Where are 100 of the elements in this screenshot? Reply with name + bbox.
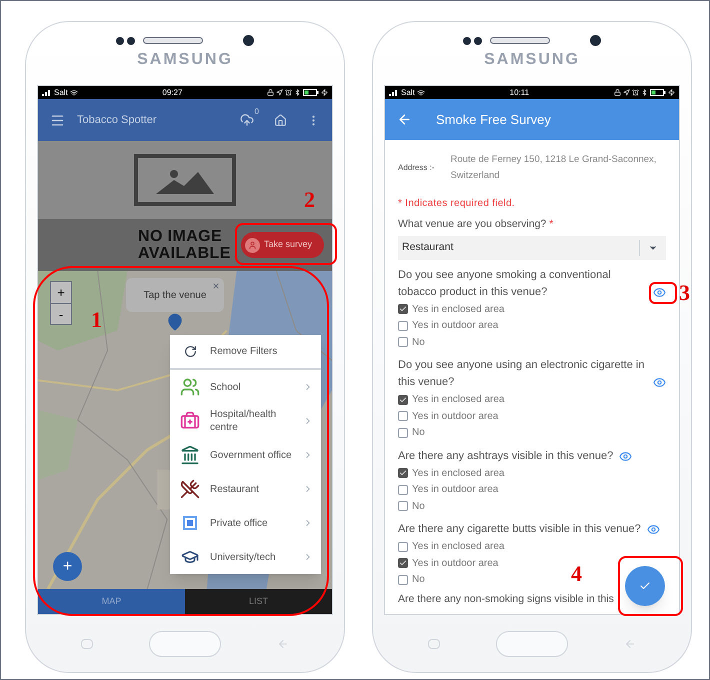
image-placeholder-icon — [134, 154, 236, 206]
filter-item[interactable]: Private office — [170, 506, 321, 540]
battery-icon — [650, 89, 666, 96]
highlight-outline — [649, 282, 677, 304]
map-pin-icon — [166, 313, 184, 331]
recent-apps-icon — [428, 638, 440, 648]
speaker-grille — [490, 37, 550, 44]
alarm-icon — [632, 89, 639, 96]
checkbox[interactable] — [398, 304, 408, 314]
tooltip-text: Tap the venue — [144, 288, 206, 302]
alarm-icon — [284, 89, 292, 96]
callout-number: 1 — [91, 309, 102, 331]
question-text: Are there any cigarette butts visible in this venue? — [398, 522, 641, 538]
people-icon — [180, 377, 200, 397]
charging-icon — [320, 89, 328, 96]
charging-icon — [668, 89, 675, 96]
carrier-text: Salt — [401, 86, 415, 98]
signal-icon — [389, 89, 399, 96]
home-icon[interactable] — [274, 114, 287, 126]
placeholder-text: NO IMAGE — [138, 228, 224, 245]
wifi-icon — [70, 88, 78, 96]
lock-icon — [614, 89, 621, 96]
question-text: Do you see anyone using an electronic cigarette in this venue? — [398, 358, 646, 390]
app-title: Tobacco Spotter — [77, 112, 158, 128]
venue-select[interactable]: Restaurant — [398, 236, 666, 260]
question-text: What venue are you observing? — [398, 218, 546, 230]
signal-icon — [42, 89, 52, 96]
filter-item[interactable]: Remove Filters — [170, 335, 321, 370]
checkbox[interactable] — [398, 501, 408, 511]
filter-item[interactable]: Government office — [170, 438, 321, 472]
option-label: Yes in outdoor area — [412, 483, 498, 497]
option-label: Yes in enclosed area — [412, 302, 504, 316]
sensor-dots — [116, 36, 135, 44]
checkbox[interactable] — [398, 468, 408, 478]
check-icon — [639, 580, 651, 592]
carrier-text: Salt — [54, 86, 68, 98]
option-label: Yes in outdoor area — [412, 319, 498, 333]
option-label: Yes in enclosed area — [412, 540, 504, 554]
option-label: No — [412, 573, 425, 587]
option-label: Yes in outdoor area — [412, 410, 498, 424]
checkbox[interactable] — [398, 428, 408, 438]
take-survey-button[interactable]: Take survey — [240, 232, 324, 258]
eye-icon[interactable] — [619, 450, 632, 463]
cloud-upload-icon[interactable] — [240, 113, 254, 127]
option-label: No — [412, 500, 425, 514]
checkbox[interactable] — [398, 411, 408, 421]
checkbox[interactable] — [398, 484, 408, 494]
option-label: Yes in enclosed area — [412, 393, 504, 407]
checkbox[interactable] — [398, 320, 408, 330]
medical-kit-icon — [180, 411, 200, 431]
screen-title: Smoke Free Survey — [436, 110, 551, 129]
refresh-icon — [184, 345, 196, 358]
question-text: Are there any ashtrays visible in this venue? — [398, 448, 614, 464]
close-icon[interactable] — [212, 282, 220, 290]
zoom-in-button[interactable]: + — [51, 282, 71, 303]
camera-lens — [243, 35, 254, 46]
building-icon — [180, 445, 200, 465]
zoom-out-button[interactable]: - — [51, 303, 71, 324]
option-label: No — [412, 426, 425, 440]
back-key-icon — [277, 638, 289, 650]
callout-number: 3 — [679, 282, 690, 304]
bluetooth-icon — [294, 89, 301, 96]
checkbox[interactable] — [398, 558, 408, 568]
placeholder-text: AVAILABLE — [138, 245, 231, 262]
filter-item[interactable]: University/tech — [170, 540, 321, 574]
checkbox[interactable] — [398, 337, 408, 347]
submit-button[interactable] — [625, 566, 665, 606]
back-icon[interactable] — [397, 112, 412, 127]
callout-number: 4 — [571, 563, 582, 585]
filter-item[interactable]: School — [170, 370, 321, 404]
cutlery-icon — [180, 479, 200, 499]
eye-icon[interactable] — [653, 376, 666, 390]
required-mark: * — [549, 218, 554, 230]
camera-lens — [590, 35, 601, 46]
required-note: * Indicates required field. — [398, 197, 516, 211]
filter-item[interactable]: Restaurant — [170, 472, 321, 506]
brand-logo: SAMSUNG — [137, 50, 233, 70]
graduation-cap-icon — [181, 548, 199, 566]
bluetooth-icon — [640, 89, 648, 96]
clock-text: 09:27 — [162, 86, 182, 98]
menu-icon[interactable] — [50, 112, 65, 128]
sensor-dots — [463, 36, 482, 44]
clock-text: 10:11 — [510, 86, 530, 98]
person-icon — [244, 238, 260, 252]
square-icon — [183, 516, 197, 530]
back-key-icon — [624, 638, 636, 650]
eye-icon[interactable] — [646, 523, 660, 536]
question-text: Do you see anyone smoking a conventional tobacco product in this venue? — [398, 268, 612, 300]
tab[interactable]: LIST — [185, 589, 332, 614]
option-label: No — [412, 336, 425, 350]
option-label: Yes in enclosed area — [412, 466, 504, 480]
checkbox[interactable] — [398, 542, 408, 552]
checkbox[interactable] — [398, 394, 408, 404]
wifi-icon — [416, 88, 425, 96]
lock-icon — [266, 89, 274, 96]
eye-icon[interactable] — [653, 286, 666, 299]
recent-apps-icon — [81, 638, 93, 648]
checkbox[interactable] — [398, 574, 408, 584]
battery-icon — [302, 89, 319, 96]
filter-item[interactable]: Hospital/health centre — [170, 404, 321, 438]
